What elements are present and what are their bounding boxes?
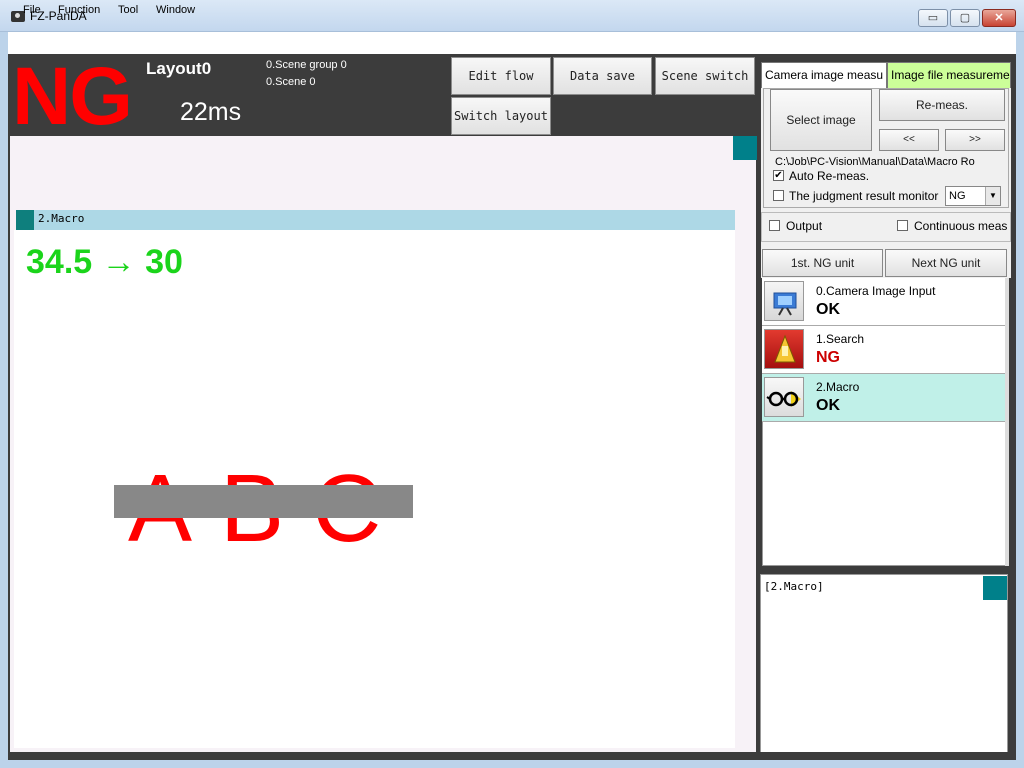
processing-time: 22ms bbox=[180, 98, 242, 126]
overall-judgment: NG bbox=[12, 51, 133, 142]
output-label: Output bbox=[786, 219, 823, 233]
scene-switch-button[interactable]: Scene switch bbox=[655, 57, 755, 95]
menu-tool[interactable]: Tool bbox=[118, 4, 138, 16]
auto-remeas-label: Auto Re-meas. bbox=[789, 169, 870, 183]
output-checkbox[interactable] bbox=[769, 220, 780, 231]
image-window-marker bbox=[16, 210, 34, 230]
search-unit-icon bbox=[764, 329, 804, 369]
menu-file[interactable]: File bbox=[23, 4, 41, 16]
image-pane-corner-marker[interactable] bbox=[733, 136, 757, 160]
unit-list-scrollbar[interactable] bbox=[1005, 278, 1009, 566]
unit-row-macro[interactable]: 2.Macro OK bbox=[762, 374, 1005, 422]
previous-image-button[interactable]: << bbox=[879, 129, 939, 151]
continuous-measurement-checkbox[interactable] bbox=[897, 220, 908, 231]
image-file-path: C:\Job\PC-Vision\Manual\Data\Macro Ro bbox=[775, 156, 975, 168]
macro-glasses-icon bbox=[764, 377, 804, 417]
unit-name: 1.Search bbox=[816, 332, 865, 346]
detail-pane-corner-marker[interactable] bbox=[983, 576, 1007, 600]
unit-name: 0.Camera Image Input bbox=[816, 284, 936, 298]
unit-result: OK bbox=[816, 397, 840, 414]
image-window-title: 2.Macro bbox=[38, 212, 85, 225]
first-ng-unit-button[interactable]: 1st. NG unit bbox=[762, 249, 883, 277]
menu-function[interactable]: Function bbox=[58, 4, 100, 16]
unit-result: NG bbox=[816, 349, 840, 366]
detail-unit-label: [2.Macro] bbox=[764, 580, 824, 593]
dropdown-arrow-icon[interactable]: ▼ bbox=[985, 187, 1000, 205]
menu-bar bbox=[8, 32, 1016, 54]
title-bar bbox=[0, 0, 1024, 32]
status-strip bbox=[8, 752, 1016, 760]
next-ng-unit-button[interactable]: Next NG unit bbox=[885, 249, 1007, 277]
close-button[interactable]: ✕ bbox=[982, 9, 1016, 27]
maximize-button[interactable]: ▢ bbox=[950, 9, 980, 27]
scene-group-name: 0.Scene group 0 bbox=[266, 59, 347, 71]
scene-name: 0.Scene 0 bbox=[266, 76, 316, 88]
judgment-monitor-label: The judgment result monitor bbox=[789, 189, 939, 203]
judgment-monitor-checkbox[interactable] bbox=[773, 190, 784, 201]
image-window-header[interactable] bbox=[16, 210, 735, 230]
edit-flow-button[interactable]: Edit flow bbox=[451, 57, 551, 95]
masking-bar bbox=[114, 485, 413, 518]
select-image-button[interactable]: Select image bbox=[770, 89, 872, 151]
camera-input-icon bbox=[764, 281, 804, 321]
data-save-button[interactable]: Data save bbox=[553, 57, 652, 95]
unit-row-camera-image-input[interactable]: 0.Camera Image Input OK bbox=[762, 278, 1005, 326]
menu-window[interactable]: Window bbox=[156, 4, 195, 16]
auto-remeas-checkbox[interactable]: ✔ bbox=[773, 170, 784, 181]
unit-row-search[interactable]: 1.Search NG bbox=[762, 326, 1005, 374]
continuous-measurement-label: Continuous meas bbox=[914, 219, 1008, 233]
measurement-readout: 34.5 → 30 bbox=[26, 243, 183, 281]
unit-result: OK bbox=[816, 301, 840, 318]
minimize-button[interactable]: ▭ bbox=[918, 9, 948, 27]
switch-layout-button[interactable]: Switch layout bbox=[451, 97, 551, 135]
layout-name: Layout0 bbox=[146, 59, 212, 78]
unit-name: 2.Macro bbox=[816, 380, 860, 394]
detail-pane bbox=[760, 574, 1008, 754]
next-image-button[interactable]: >> bbox=[945, 129, 1005, 151]
remeasure-button[interactable]: Re-meas. bbox=[879, 89, 1005, 121]
tab-camera-image-measurement[interactable]: Camera image measu bbox=[761, 62, 887, 88]
tab-image-file-measurement[interactable]: Image file measureme bbox=[887, 62, 1011, 88]
